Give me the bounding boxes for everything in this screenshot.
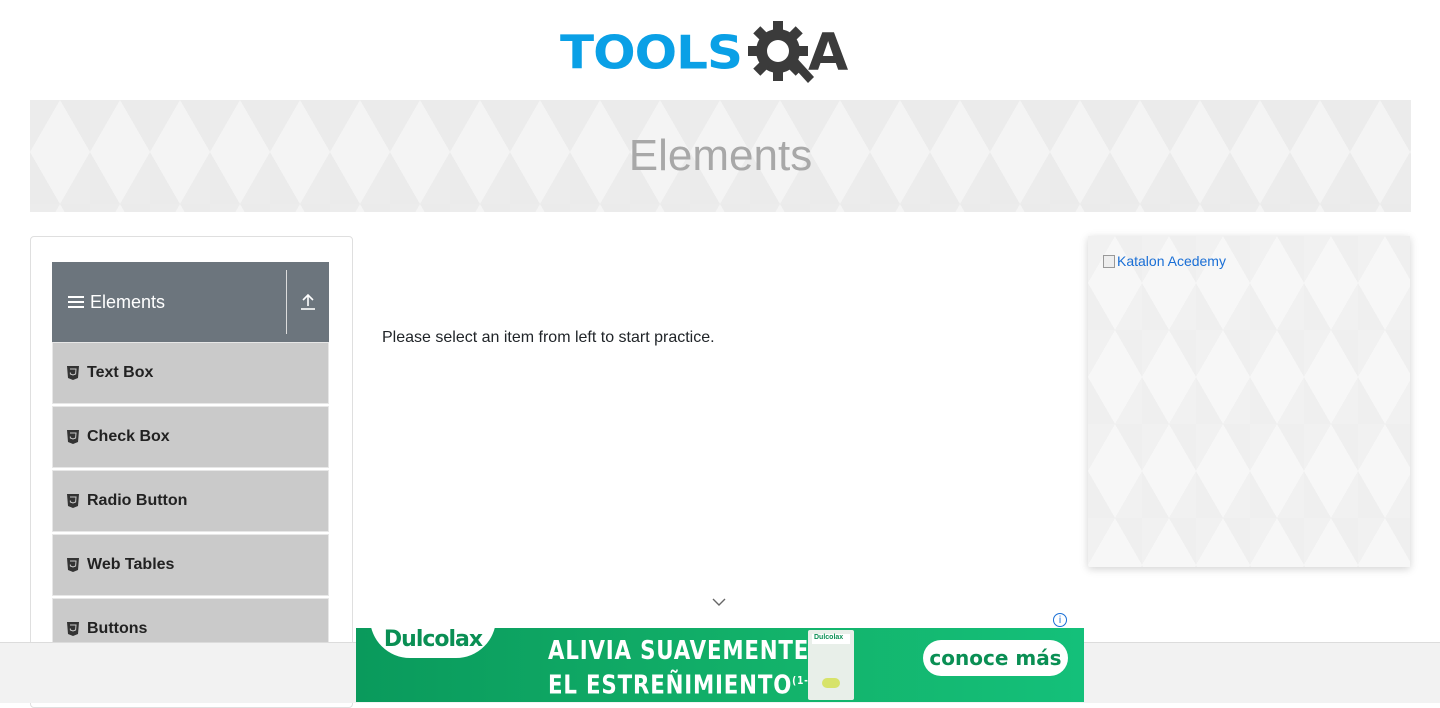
product-box-label: Dulcolax: [814, 634, 844, 641]
html5-icon: [67, 558, 79, 572]
right-ad-panel: Katalon Acedemy: [1088, 236, 1410, 567]
ad-brand-text: Dulcolax: [383, 628, 483, 652]
page-banner: Elements: [30, 100, 1411, 212]
chevron-down-icon[interactable]: [711, 595, 727, 609]
menu-item-text-box[interactable]: Text Box: [52, 342, 329, 404]
menu-item-label: Buttons: [87, 620, 148, 637]
elements-group-header[interactable]: Elements: [52, 262, 329, 342]
dulcolax-ad-banner[interactable]: Dulcolax ALIVIA SUAVEMENTE EL ESTREÑIMIE…: [356, 628, 1084, 702]
logo-a-text: A: [808, 23, 848, 83]
broken-image-icon: [1103, 254, 1115, 268]
collapse-toggle[interactable]: [287, 293, 329, 311]
menu-item-label: Radio Button: [87, 492, 188, 509]
html5-icon: [67, 622, 79, 636]
menu-item-label: Web Tables: [87, 556, 175, 573]
practice-message: Please select an item from left to start…: [382, 329, 715, 346]
html5-icon: [67, 430, 79, 444]
katalon-ad-image[interactable]: Katalon Acedemy: [1103, 253, 1226, 269]
left-sidebar: Elements Text Box Check Box Radio Button…: [30, 236, 353, 708]
ad-product-box: Dulcolax: [808, 630, 854, 700]
group-title-label: Elements: [90, 291, 166, 312]
html5-icon: [67, 494, 79, 508]
page-title: Elements: [628, 131, 813, 180]
product-pill: [822, 678, 840, 688]
ad-headline-line2-wrap: EL ESTREÑIMIENTO(1-3): [548, 666, 821, 701]
ad-brand-logo: Dulcolax: [370, 628, 496, 658]
menu-item-label: Check Box: [87, 428, 170, 445]
info-icon[interactable]: i: [1053, 613, 1067, 627]
hamburger-icon: [68, 293, 84, 311]
elements-menu-list: Text Box Check Box Radio Button Web Tabl…: [52, 342, 329, 662]
menu-item-web-tables[interactable]: Web Tables: [52, 534, 329, 596]
ad-headline-line1: ALIVIA SUAVEMENTE: [548, 636, 810, 666]
toolsqa-logo[interactable]: TOOLS A: [560, 14, 886, 92]
gear-icon: [748, 21, 814, 83]
menu-item-label: Text Box: [87, 364, 154, 381]
menu-item-radio-button[interactable]: Radio Button: [52, 470, 329, 532]
ad-headline: ALIVIA SUAVEMENTE EL ESTREÑIMIENTO(1-3): [548, 636, 821, 701]
menu-item-check-box[interactable]: Check Box: [52, 406, 329, 468]
ad-headline-line2: EL ESTREÑIMIENTO: [548, 670, 793, 701]
html5-icon: [67, 366, 79, 380]
group-title: Elements: [52, 292, 286, 313]
katalon-ad-alt: Katalon Acedemy: [1117, 253, 1226, 269]
logo-tools-text: TOOLS: [560, 26, 743, 80]
upload-icon: [301, 293, 315, 310]
ad-cta-button[interactable]: conoce más: [923, 640, 1068, 676]
